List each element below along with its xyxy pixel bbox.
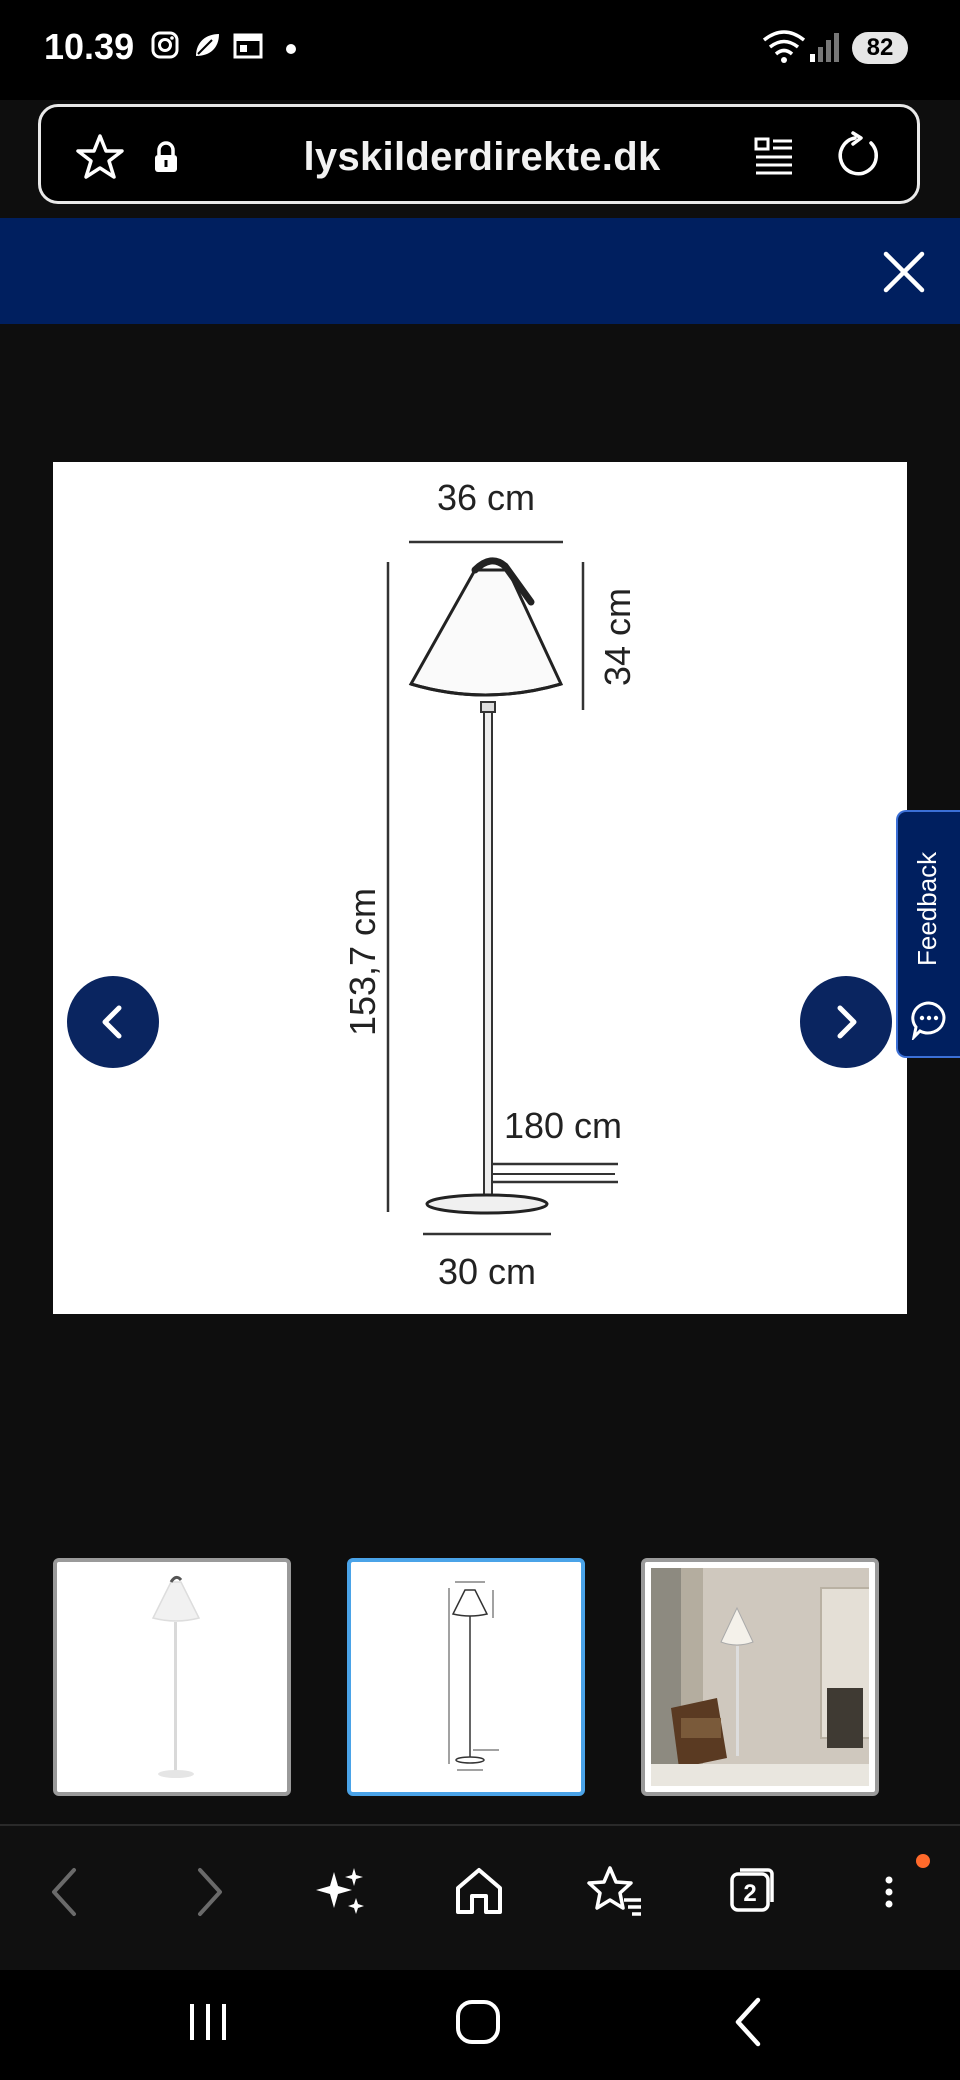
lamp-dimension-drawing: 36 cm 153,7 cm 34 cm 180 cm 30 cm <box>342 477 638 1292</box>
home-icon[interactable] <box>452 1864 506 1918</box>
calendar-icon <box>233 33 263 59</box>
browser-toolbar: 2 <box>0 1824 960 1972</box>
chevron-right-icon <box>837 1005 857 1039</box>
recent-apps-icon[interactable] <box>186 1998 232 2046</box>
site-banner <box>0 218 960 324</box>
bookmarks-icon[interactable] <box>586 1864 644 1918</box>
product-image-main[interactable]: 36 cm 153,7 cm 34 cm 180 cm 30 cm <box>53 462 907 1314</box>
shade-width-label: 36 cm <box>437 477 535 518</box>
dimension-thumbnail-image <box>448 1581 499 1771</box>
status-time: 10.39 <box>44 26 135 67</box>
next-image-button[interactable] <box>800 976 892 1068</box>
base-diameter-label: 30 cm <box>438 1251 536 1292</box>
notification-dot-icon <box>286 44 296 54</box>
thumbnail-1[interactable] <box>53 1558 291 1796</box>
shade-height-label: 34 cm <box>597 588 638 686</box>
feedback-label: Feedback <box>912 851 942 966</box>
cable-length-label: 180 cm <box>504 1105 622 1146</box>
leaf-app-icon <box>196 34 219 56</box>
previous-image-button[interactable] <box>67 976 159 1068</box>
chevron-left-icon <box>102 1005 122 1039</box>
total-height-label: 153,7 cm <box>342 888 383 1036</box>
back-nav-icon[interactable] <box>728 1996 768 2048</box>
update-badge <box>916 1854 930 1868</box>
lamp-thumbnail-image <box>151 1575 201 1778</box>
address-bar[interactable]: lyskilderdirekte.dk <box>38 104 920 204</box>
battery-indicator: 82 <box>852 32 908 64</box>
more-vertical-icon <box>885 1876 893 1908</box>
instagram-icon <box>151 31 179 59</box>
feedback-tab[interactable]: Feedback <box>896 810 960 1058</box>
thumbnail-2[interactable] <box>347 1558 585 1796</box>
status-bar: 10.39 82 <box>0 0 960 100</box>
more-menu-button[interactable] <box>860 1854 930 1924</box>
reload-icon[interactable] <box>833 131 883 181</box>
living-room-thumbnail-image <box>651 1568 869 1786</box>
reader-mode-icon[interactable] <box>753 135 795 177</box>
thumbnail-3[interactable] <box>641 1558 879 1796</box>
forward-arrow-icon[interactable] <box>186 1864 230 1920</box>
back-arrow-icon[interactable] <box>44 1864 88 1920</box>
ai-sparkle-icon[interactable] <box>316 1866 368 1918</box>
tabs-button[interactable]: 2 <box>728 1866 776 1914</box>
close-icon[interactable] <box>882 250 926 294</box>
wifi-icon <box>762 30 806 63</box>
tabs-count: 2 <box>743 1880 757 1907</box>
system-navigation-bar <box>0 1970 960 2080</box>
speech-bubble-icon <box>911 1001 946 1040</box>
signal-icon <box>810 33 839 62</box>
home-nav-icon[interactable] <box>454 1998 502 2046</box>
